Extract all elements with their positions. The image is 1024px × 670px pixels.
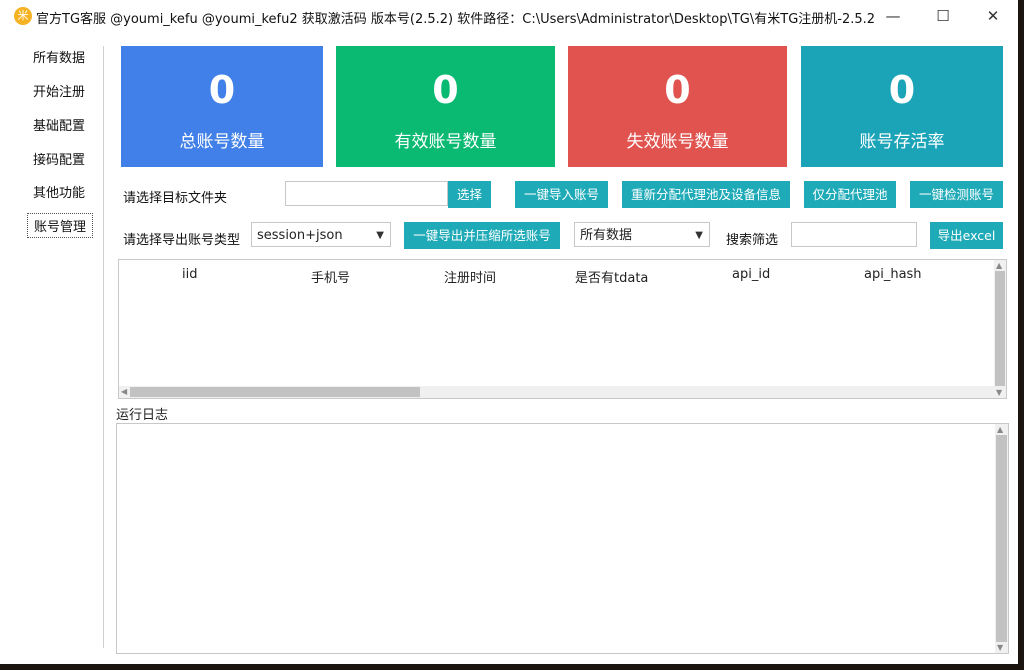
stat-label: 总账号数量 [179, 132, 265, 152]
title-bar: 米 官方TG客服 @youmi_kefu @youmi_kefu2 获取激活码 … [0, 0, 1018, 32]
export-type-value: session+json [257, 228, 343, 243]
export-type-label: 请选择导出账号类型 [123, 233, 241, 248]
scroll-down-arrow-icon[interactable]: ▼ [996, 389, 1002, 397]
maximize-button[interactable]: ☐ [920, 0, 966, 32]
app-logo-icon: 米 [14, 7, 32, 25]
folder-path-input[interactable] [285, 181, 448, 206]
folder-label: 请选择目标文件夹 [123, 191, 228, 206]
stat-label: 账号存活率 [859, 132, 945, 152]
column-header-iid[interactable]: iid [182, 267, 197, 282]
minimize-button[interactable]: — [870, 0, 916, 32]
search-label: 搜索筛选 [726, 233, 779, 248]
stat-label: 有效账号数量 [394, 132, 497, 152]
sidebar-item-basic-config[interactable]: 基础配置 [33, 115, 85, 134]
stat-value: 0 [432, 68, 459, 112]
scroll-up-arrow-icon[interactable]: ▲ [996, 262, 1002, 270]
sidebar: 所有数据 开始注册 基础配置 接码配置 其他功能 账号管理 [0, 32, 104, 664]
sidebar-item-other-functions[interactable]: 其他功能 [33, 182, 85, 201]
log-textarea[interactable]: ▲ ▼ [116, 423, 1009, 654]
sidebar-item-sms-config[interactable]: 接码配置 [33, 149, 85, 168]
scroll-down-arrow-icon[interactable]: ▼ [997, 644, 1003, 652]
log-vertical-scrollbar[interactable]: ▲ ▼ [995, 424, 1008, 653]
column-header-phone[interactable]: 手机号 [311, 267, 350, 286]
data-filter-value: 所有数据 [580, 228, 633, 243]
export-type-select[interactable]: session+json ▼ [251, 222, 391, 247]
close-button[interactable]: ✕ [970, 0, 1016, 32]
table-vertical-scroll-thumb[interactable] [995, 271, 1005, 386]
stat-card-invalid: 0 失效账号数量 [568, 46, 787, 167]
export-excel-button[interactable]: 导出excel [930, 222, 1003, 249]
table-horizontal-scrollbar[interactable]: ◀ [119, 386, 994, 398]
stat-value: 0 [208, 68, 236, 112]
accounts-table[interactable]: iid 手机号 注册时间 是否有tdata api_id api_hash ▲ … [118, 259, 1007, 399]
choose-folder-button[interactable]: 选择 [448, 181, 491, 208]
table-horizontal-scroll-thumb[interactable] [130, 387, 420, 397]
stat-card-survival-rate: 0 账号存活率 [801, 46, 1003, 167]
check-accounts-button[interactable]: 一键检测账号 [910, 181, 1003, 208]
column-header-api-hash[interactable]: api_hash [864, 267, 922, 282]
assign-proxy-button[interactable]: 仅分配代理池 [804, 181, 896, 208]
app-window: 米 官方TG客服 @youmi_kefu @youmi_kefu2 获取激活码 … [0, 0, 1018, 664]
stat-card-valid: 0 有效账号数量 [336, 46, 555, 167]
import-accounts-button[interactable]: 一键导入账号 [515, 181, 608, 208]
log-label: 运行日志 [116, 408, 169, 423]
reassign-proxy-device-button[interactable]: 重新分配代理池及设备信息 [622, 181, 790, 208]
sidebar-item-start-register[interactable]: 开始注册 [33, 81, 85, 100]
sidebar-divider [103, 46, 104, 648]
column-header-api-id[interactable]: api_id [732, 267, 770, 282]
sidebar-item-all-data[interactable]: 所有数据 [33, 47, 85, 66]
dropdown-arrow-icon: ▼ [695, 230, 703, 241]
scroll-left-arrow-icon[interactable]: ◀ [121, 388, 127, 396]
sidebar-item-account-management[interactable]: 账号管理 [27, 213, 94, 238]
search-input[interactable] [791, 222, 917, 247]
stat-card-total: 0 总账号数量 [121, 46, 323, 167]
scroll-up-arrow-icon[interactable]: ▲ [997, 426, 1003, 434]
log-vertical-scroll-thumb[interactable] [996, 435, 1007, 642]
stat-label: 失效账号数量 [626, 132, 729, 152]
column-header-register-time[interactable]: 注册时间 [444, 267, 496, 286]
table-vertical-scrollbar[interactable]: ▲ ▼ [994, 260, 1006, 398]
stat-value: 0 [664, 68, 691, 112]
data-filter-select[interactable]: 所有数据 ▼ [574, 222, 710, 247]
stat-value: 0 [888, 68, 916, 112]
export-zip-button[interactable]: 一键导出并压缩所选账号 [404, 222, 560, 249]
column-header-has-tdata[interactable]: 是否有tdata [575, 267, 648, 286]
dropdown-arrow-icon: ▼ [376, 230, 384, 241]
window-title: 官方TG客服 @youmi_kefu @youmi_kefu2 获取激活码 版本… [36, 12, 876, 27]
